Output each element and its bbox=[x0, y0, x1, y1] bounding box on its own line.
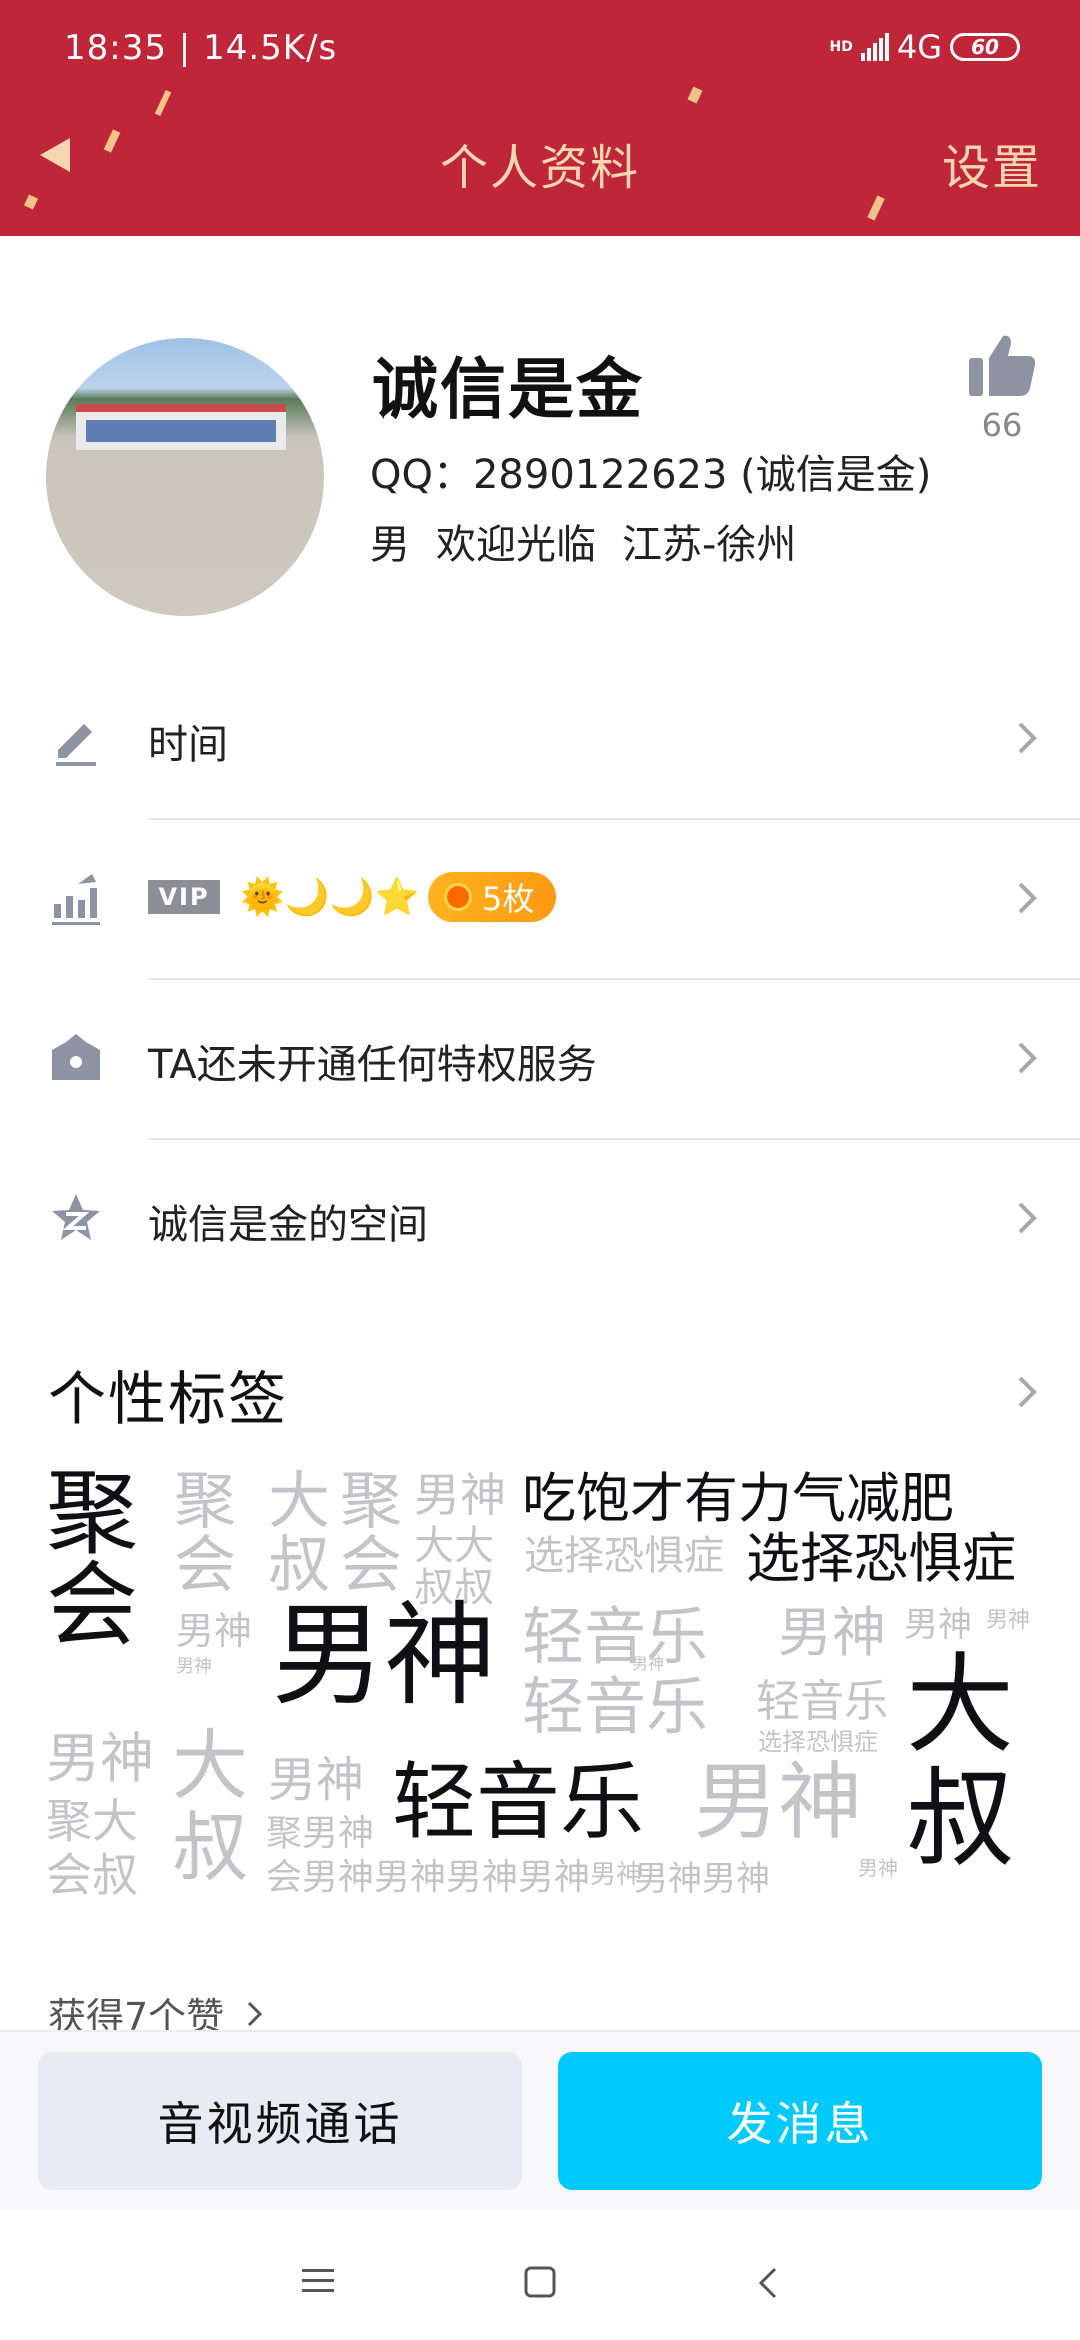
qq-number: QQ：2890122623 (诚信是金) bbox=[370, 452, 932, 498]
tag-word: 会 bbox=[340, 1528, 403, 1601]
chevron-right-icon bbox=[1018, 882, 1037, 914]
network-type: 4G bbox=[896, 28, 942, 66]
tag-word: 会叔 bbox=[46, 1848, 138, 1902]
level-icons: 🌞🌙🌙⭐ bbox=[240, 877, 420, 918]
signature-text: 时间 bbox=[148, 722, 228, 768]
profile-info: 男 欢迎光临 江苏-徐州 bbox=[370, 512, 796, 570]
privilege-text: TA还未开通任何特权服务 bbox=[148, 1042, 597, 1088]
chevron-right-icon bbox=[1018, 722, 1037, 754]
tag-word: 男神 bbox=[904, 1605, 972, 1645]
tag-word: 男神 bbox=[414, 1468, 506, 1522]
tag-word: 聚 bbox=[174, 1464, 237, 1537]
tag-word: 聚 bbox=[340, 1464, 403, 1537]
thumbs-up-icon bbox=[969, 335, 1036, 396]
clock: 18:35 bbox=[64, 28, 167, 68]
tag-word: 选择恐惧症 bbox=[758, 1728, 878, 1756]
settings-button[interactable]: 设置 bbox=[942, 128, 1042, 198]
chevron-right-icon bbox=[1018, 1042, 1037, 1074]
tag-word: 男神 bbox=[46, 1727, 154, 1790]
tag-word: 叔 bbox=[172, 1803, 248, 1892]
status-icons: HD 4G 60 bbox=[829, 28, 1020, 66]
avatar[interactable] bbox=[46, 338, 324, 616]
medal-badge[interactable]: 5枚 bbox=[428, 872, 557, 922]
header: 18:35 | 14.5K/s HD 4G 60 个人资料 设置 bbox=[0, 0, 1080, 236]
tag-word: 轻音乐 bbox=[522, 1600, 709, 1673]
tag-word: 吃饱才有力气减肥 bbox=[522, 1467, 954, 1530]
profile-menu-list: 时间 VIP 🌞🌙🌙⭐ 5枚 TA还未开通任何特权服务 诚信是金的空间 bbox=[0, 660, 1080, 1300]
home-icon[interactable] bbox=[524, 2266, 556, 2298]
tag-word: 男神 bbox=[590, 1860, 643, 1890]
gender: 男 bbox=[370, 522, 410, 568]
hd-label: HD bbox=[829, 39, 853, 55]
tag-word: 大 bbox=[268, 1464, 331, 1537]
chevron-right-icon bbox=[248, 2001, 263, 2026]
separator: | bbox=[178, 28, 204, 68]
tag-word: 叔 bbox=[268, 1528, 331, 1601]
chevron-right-icon bbox=[1018, 1202, 1037, 1234]
profile-card: 诚信是金 QQ：2890122623 (诚信是金) 男 欢迎光临 江苏-徐州 6… bbox=[0, 236, 1080, 656]
pencil-icon bbox=[56, 724, 96, 766]
signal-icon bbox=[860, 33, 889, 61]
tag-word: 男神男神 bbox=[634, 1859, 770, 1899]
page-title: 个人资料 bbox=[439, 140, 640, 196]
tag-word: 会 bbox=[46, 1552, 139, 1659]
tag-word: 男神 bbox=[632, 1654, 665, 1673]
signature-row[interactable]: 时间 bbox=[0, 660, 1080, 820]
tag-word: 大 bbox=[906, 1643, 1015, 1768]
location: 江苏-徐州 bbox=[622, 522, 797, 568]
medal-icon bbox=[444, 883, 472, 911]
tag-word: 男神 bbox=[858, 1856, 898, 1880]
tag-word: 聚大 bbox=[46, 1794, 138, 1848]
space-row[interactable]: 诚信是金的空间 bbox=[0, 1140, 1080, 1300]
tag-word: 轻音乐 bbox=[522, 1670, 709, 1743]
tag-word: 聚 bbox=[46, 1460, 139, 1567]
action-bar: 音视频通话 发消息 bbox=[0, 2030, 1080, 2210]
crown-icon bbox=[52, 1034, 100, 1080]
battery-icon: 60 bbox=[950, 33, 1020, 61]
level-row[interactable]: VIP 🌞🌙🌙⭐ 5枚 bbox=[0, 820, 1080, 980]
system-nav-bar bbox=[0, 2210, 1080, 2340]
tag-word: 聚男神 bbox=[266, 1813, 375, 1854]
chevron-right-icon[interactable] bbox=[1012, 1372, 1042, 1412]
tag-word: 男神 bbox=[986, 1608, 1031, 1633]
vip-tag: VIP bbox=[148, 880, 220, 914]
space-text: 诚信是金的空间 bbox=[148, 1202, 428, 1248]
profile-page: 18:35 | 14.5K/s HD 4G 60 个人资料 设置 诚信是金 QQ… bbox=[0, 0, 1080, 2340]
tag-word: 会 bbox=[174, 1528, 237, 1601]
tag-word: 男神 bbox=[176, 1656, 212, 1677]
tag-word: 大 bbox=[172, 1721, 248, 1810]
tag-cloud[interactable]: 聚 会 聚 会 大 叔 聚 会 男神 吃饱才有力气减肥 大大 叔叔 选择恐惧症 … bbox=[46, 1460, 1040, 1930]
profile-name: 诚信是金 bbox=[372, 351, 644, 428]
battery-level: 60 bbox=[971, 35, 999, 59]
status-bar: 18:35 | 14.5K/s HD 4G 60 bbox=[0, 0, 1080, 100]
tag-word: 男神 bbox=[694, 1753, 863, 1851]
tag-word: 轻音乐 bbox=[756, 1676, 888, 1727]
network-speed: 14.5K/s bbox=[203, 28, 338, 68]
video-call-button[interactable]: 音视频通话 bbox=[38, 2052, 522, 2190]
privilege-row[interactable]: TA还未开通任何特权服务 bbox=[0, 980, 1080, 1140]
menu-icon[interactable] bbox=[300, 2266, 336, 2296]
level-chart-icon bbox=[52, 874, 100, 925]
tags-title: 个性标签 bbox=[48, 1365, 289, 1433]
like-count: 66 bbox=[981, 406, 1023, 444]
medal-count: 5枚 bbox=[482, 880, 535, 918]
tag-word: 选择恐惧症 bbox=[746, 1527, 1016, 1590]
tag-word: 轻音乐 bbox=[392, 1753, 645, 1851]
like-button[interactable]: 66 bbox=[964, 332, 1040, 444]
status-time-speed: 18:35 | 14.5K/s bbox=[64, 28, 337, 68]
tag-word: 会男神男神男神男神 bbox=[266, 1857, 591, 1898]
qzone-star-icon bbox=[52, 1194, 100, 1240]
back-icon[interactable] bbox=[756, 2266, 780, 2300]
nav-bar: 个人资料 设置 bbox=[0, 100, 1080, 236]
send-message-button[interactable]: 发消息 bbox=[558, 2052, 1042, 2190]
tag-word: 男神 bbox=[268, 1752, 365, 1808]
greeting: 欢迎光临 bbox=[436, 522, 596, 568]
tag-word: 大大 bbox=[414, 1523, 494, 1569]
tag-word: 叔 bbox=[906, 1757, 1015, 1882]
tag-word: 男神 bbox=[176, 1609, 253, 1653]
tag-word: 男神 bbox=[272, 1591, 496, 1721]
tag-word: 男神 bbox=[778, 1601, 886, 1664]
avatar-photo-detail bbox=[86, 420, 276, 442]
tag-word: 选择恐惧症 bbox=[524, 1533, 724, 1579]
